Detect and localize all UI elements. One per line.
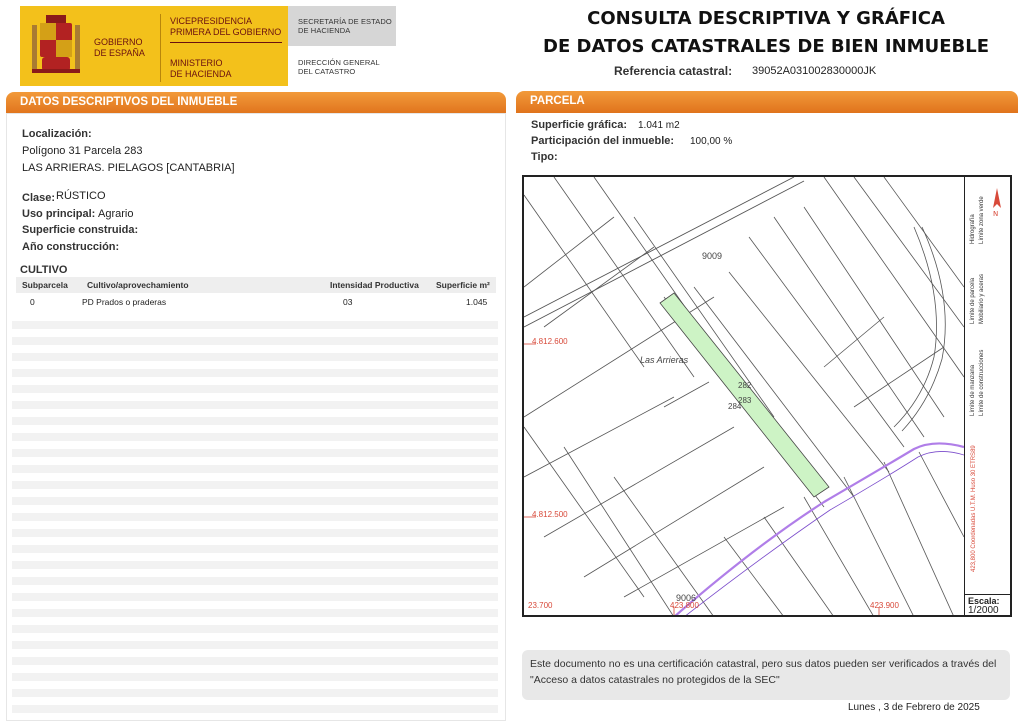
cell-intensidad: 03 bbox=[343, 297, 353, 307]
coord-x-0: 23.700 bbox=[528, 601, 553, 610]
legend-limite-zona-verde: Límite zona verde bbox=[979, 196, 985, 244]
legend-limite-construcciones: Límite de construcciones bbox=[979, 349, 985, 416]
gobierno-text: GOBIERNO DE ESPAÑA bbox=[94, 37, 145, 58]
cell-cultivo: PD Prados o praderas bbox=[82, 297, 167, 307]
participacion-label: Participación del inmueble: bbox=[531, 135, 675, 147]
cell-superficie: 1.045 bbox=[466, 297, 488, 307]
government-logo: GOBIERNO DE ESPAÑA VICEPRESIDENCIA PRIME… bbox=[20, 6, 288, 86]
map-legend: N Hidrografía Límite zona verde Límite d… bbox=[964, 176, 1010, 594]
disclaimer-text: Este documento no es una certificación c… bbox=[530, 658, 997, 686]
table-header: Subparcela Cultivo/aprovechamiento Inten… bbox=[16, 277, 496, 293]
parcel-map: 9009 9006 Las Arrieras 282 283 284 4.812… bbox=[522, 175, 1012, 617]
coord-x-2: 423.900 bbox=[870, 601, 899, 610]
secretaria-box: SECRETARÍA DE ESTADO DE HACIENDA bbox=[288, 6, 396, 46]
clase-label: Clase: bbox=[22, 192, 56, 204]
striped-area bbox=[12, 313, 498, 713]
logo-divider bbox=[160, 14, 161, 82]
parcela-title: PARCELA bbox=[530, 95, 585, 107]
section-header-datos: DATOS DESCRIPTIVOS DEL INMUEBLE bbox=[6, 92, 506, 114]
document-date: Lunes , 3 de Febrero de 2025 bbox=[848, 702, 980, 713]
tipo-label: Tipo: bbox=[531, 151, 558, 163]
disclaimer-box: Este documento no es una certificación c… bbox=[522, 650, 1010, 700]
coord-y-1: 4.812.600 bbox=[532, 337, 568, 346]
secretaria-text: SECRETARÍA DE ESTADO DE HACIENDA bbox=[298, 17, 392, 35]
localizacion-line-2: LAS ARRIERAS. PIELAGOS [CANTABRIA] bbox=[22, 162, 235, 174]
legend-limite-parcela: Límite de parcela bbox=[970, 277, 976, 324]
participacion-value: 100,00 % bbox=[690, 136, 733, 147]
localizacion-label: Localización: bbox=[22, 128, 92, 140]
logo-rule bbox=[170, 42, 282, 43]
uso-value: Agrario bbox=[98, 208, 134, 220]
title-line-1: CONSULTA DESCRIPTIVA Y GRÁFICA bbox=[587, 8, 945, 29]
coat-of-arms-icon bbox=[32, 15, 80, 73]
title-line-2: DE DATOS CATASTRALES DE BIEN INMUEBLE bbox=[543, 36, 989, 57]
superficie-construida-label: Superficie construida: bbox=[22, 224, 139, 236]
cell-subparcela: 0 bbox=[30, 297, 35, 307]
anio-label: Año construcción: bbox=[22, 241, 120, 253]
vicepresidencia-text: VICEPRESIDENCIA PRIMERA DEL GOBIERNO bbox=[170, 16, 282, 37]
legend-coordenadas: 423,800 Coordenadas U.T.M. Huso 30 ETRS8… bbox=[971, 445, 977, 572]
cultivo-title: CULTIVO bbox=[20, 264, 68, 276]
ministerio-text: MINISTERIO DE HACIENDA bbox=[170, 58, 232, 79]
coord-x-1: 423.800 bbox=[670, 601, 699, 610]
col-cultivo: Cultivo/aprovechamiento bbox=[87, 280, 189, 290]
parcel-label-282: 282 bbox=[738, 381, 752, 390]
direccion-text: DIRECCIÓN GENERAL DEL CATASTRO bbox=[298, 58, 380, 76]
legend-mobiliario: Mobiliario y aceras bbox=[979, 273, 985, 324]
scale-value: 1/2000 bbox=[968, 605, 999, 616]
north-arrow-icon: N bbox=[993, 188, 1001, 216]
legend-hidrografia: Hidrografía bbox=[970, 214, 976, 244]
place-label: Las Arrieras bbox=[640, 355, 689, 365]
scale-box: Escala: 1/2000 bbox=[964, 594, 1011, 616]
parcel-label-284: 284 bbox=[728, 402, 742, 411]
sup-grafica-value: 1.041 m2 bbox=[638, 120, 680, 131]
road-label-9009: 9009 bbox=[702, 251, 723, 261]
legend-limite-manzana: Límite de manzana bbox=[970, 364, 976, 416]
section-title: DATOS DESCRIPTIVOS DEL INMUEBLE bbox=[20, 96, 238, 108]
ref-label: Referencia catastral: bbox=[614, 64, 733, 78]
sup-grafica-label: Superficie gráfica: bbox=[531, 119, 627, 131]
coord-y-2: 4.812.500 bbox=[532, 510, 568, 519]
ref-value: 39052A031002830000JK bbox=[752, 65, 877, 77]
col-superficie: Superficie m² bbox=[436, 280, 490, 290]
localizacion-line-1: Polígono 31 Parcela 283 bbox=[22, 145, 143, 157]
section-header-parcela: PARCELA bbox=[516, 91, 1018, 113]
clase-value: RÚSTICO bbox=[56, 190, 106, 202]
col-intensidad: Intensidad Productiva bbox=[330, 280, 419, 290]
uso-label: Uso principal: bbox=[22, 208, 96, 220]
col-subparcela: Subparcela bbox=[22, 280, 68, 290]
svg-text:N: N bbox=[993, 210, 998, 216]
